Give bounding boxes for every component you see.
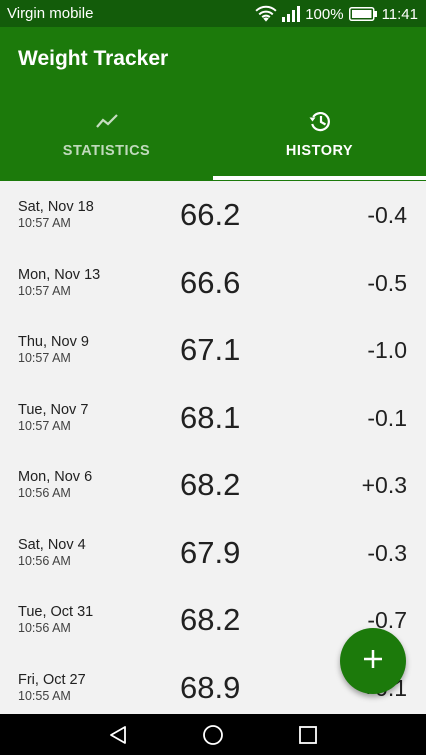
entry-date: Tue, Nov 7	[18, 401, 89, 418]
entry-weight: 68.9	[180, 669, 241, 705]
entry-change: -0.3	[367, 539, 407, 566]
tab-history-label: HISTORY	[285, 143, 354, 159]
entry-weight: 66.2	[180, 197, 241, 232]
entry-time: 10:57 AM	[18, 216, 71, 230]
status-bar: Virgin mobile 100% 11:41	[0, 0, 426, 27]
navigation-bar	[0, 714, 426, 755]
entry-time: 10:57 AM	[18, 418, 71, 433]
list-item[interactable]: Sat, Nov 18 10:57 AM 66.2 -0.4	[0, 181, 426, 249]
entry-weight: 68.1	[180, 399, 241, 435]
entry-weight: 67.1	[180, 332, 241, 367]
battery-percent: 100%	[305, 5, 344, 23]
home-icon[interactable]	[201, 723, 225, 747]
recent-apps-icon[interactable]	[296, 723, 320, 747]
entry-weight: 68.2	[180, 467, 241, 502]
trending-up-icon	[93, 107, 121, 135]
carrier-name: Virgin mobile	[7, 5, 94, 22]
tab-history[interactable]: HISTORY	[213, 107, 426, 181]
entry-weight: 68.2	[180, 602, 241, 637]
entry-time: 10:57 AM	[18, 283, 71, 298]
entry-time: 10:56 AM	[18, 621, 71, 635]
status-indicators: 100% 11:41	[255, 3, 418, 25]
entry-time: 10:56 AM	[18, 553, 71, 568]
list-item[interactable]: Mon, Nov 6 10:56 AM 68.2 +0.3	[0, 451, 426, 519]
tab-statistics[interactable]: STATISTICS	[0, 107, 213, 181]
entry-change: -0.5	[367, 269, 407, 296]
entry-weight: 67.9	[180, 534, 241, 570]
add-entry-button[interactable]	[340, 628, 406, 694]
entry-date: Fri, Oct 27	[18, 671, 86, 688]
entry-change: -1.0	[367, 337, 407, 363]
app-title: Weight Tracker	[18, 47, 169, 70]
list-item[interactable]: Sat, Nov 4 10:56 AM 67.9 -0.3	[0, 519, 426, 587]
list-item[interactable]: Tue, Nov 7 10:57 AM 68.1 -0.1	[0, 384, 426, 452]
entry-change: -0.4	[367, 202, 407, 228]
list-item[interactable]: Thu, Nov 9 10:57 AM 67.1 -1.0	[0, 316, 426, 384]
add-icon	[362, 648, 384, 675]
wifi-icon	[255, 5, 277, 23]
entry-time: 10:55 AM	[18, 688, 71, 703]
entry-date: Mon, Nov 6	[18, 469, 93, 485]
history-icon	[306, 107, 334, 135]
entry-change: +0.3	[361, 472, 407, 498]
entry-change: -0.1	[367, 404, 407, 431]
back-icon[interactable]	[106, 723, 130, 747]
tab-statistics-label: STATISTICS	[62, 143, 151, 159]
signal-icon	[282, 6, 301, 22]
entry-date: Thu, Nov 9	[18, 334, 89, 350]
entry-date: Mon, Nov 13	[18, 266, 101, 283]
list-item[interactable]: Mon, Nov 13 10:57 AM 66.6 -0.5	[0, 249, 426, 317]
entry-date: Sat, Nov 18	[18, 199, 94, 215]
entry-time: 10:57 AM	[18, 351, 71, 365]
entry-weight: 66.6	[180, 264, 241, 300]
entry-date: Sat, Nov 4	[18, 536, 86, 553]
tab-indicator	[213, 176, 426, 180]
entry-time: 10:56 AM	[18, 486, 71, 500]
app-bar: Weight Tracker STATISTICS HISTORY	[0, 27, 426, 181]
entry-date: Tue, Oct 31	[18, 604, 94, 620]
clock: 11:41	[381, 5, 418, 23]
battery-icon	[348, 7, 377, 21]
